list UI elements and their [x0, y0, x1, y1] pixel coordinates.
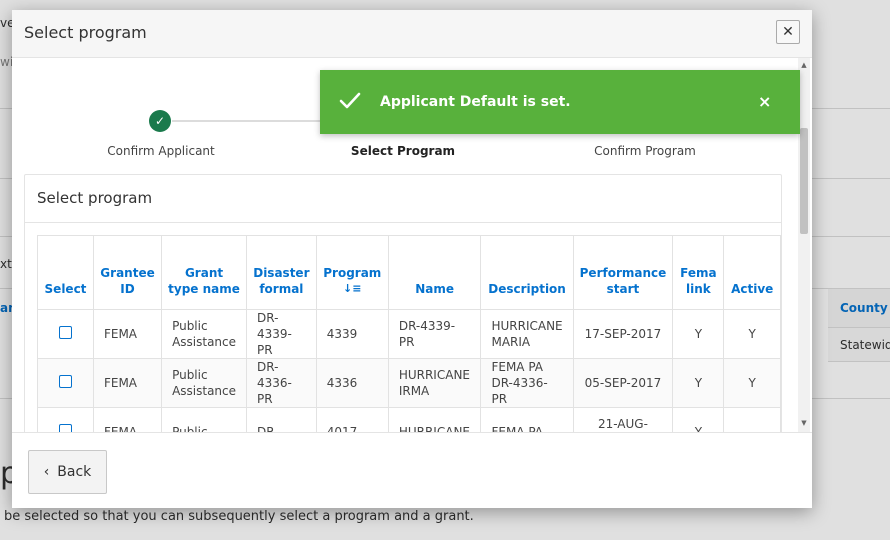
select-checkbox[interactable]: [58, 325, 72, 339]
program-cell: 4336: [315, 358, 389, 408]
active-cell: Y: [723, 358, 781, 408]
col-header-program[interactable]: Program ↓≡: [315, 235, 389, 310]
col-header-active[interactable]: Active: [723, 235, 781, 310]
grant-type-cell: Public Assistance: [161, 309, 248, 359]
disaster-cell: DR-: [246, 407, 317, 432]
performance-start-cell: 21-AUG-2011: [572, 407, 674, 432]
scrollbar-thumb[interactable]: [800, 128, 808, 234]
description-cell: HURRICANE MARIA: [480, 309, 574, 359]
select-program-region: Select program Select Grantee ID Grant t…: [24, 174, 782, 432]
programs-table-container[interactable]: Select Grantee ID Grant type name Disast…: [37, 235, 781, 432]
col-header-grant-type-name[interactable]: Grant type name: [161, 235, 248, 310]
toast-close-icon[interactable]: ×: [758, 92, 771, 111]
name-cell: DR-4339-PR: [387, 309, 482, 359]
active-cell: [723, 407, 781, 432]
region-title: Select program: [25, 175, 781, 223]
grantee-id-cell: FEMA: [92, 358, 163, 408]
disaster-cell: DR-4339-PR: [246, 309, 317, 359]
wizard-step-done-marker: ✓: [149, 110, 171, 132]
select-cell: [37, 407, 94, 432]
dialog-header: Select program ✕: [12, 10, 812, 58]
wizard-step-label-select-program: Select Program: [350, 144, 456, 158]
program-cell: 4339: [315, 309, 389, 359]
dialog-title: Select program: [24, 23, 147, 42]
col-header-performance-start[interactable]: Performance start: [572, 235, 674, 310]
back-button[interactable]: ‹ Back: [28, 450, 107, 494]
disaster-cell: DR-4336-PR: [246, 358, 317, 408]
table-row[interactable]: FEMA Public Assistance DR-4336-PR 4336 H…: [37, 358, 781, 408]
fema-link-cell: Y: [672, 309, 725, 359]
performance-start-cell: 17-SEP-2017: [572, 309, 674, 359]
wizard-step-label-confirm-applicant: Confirm Applicant: [107, 144, 215, 158]
select-checkbox[interactable]: [58, 423, 72, 432]
performance-start-cell: 05-SEP-2017: [572, 358, 674, 408]
program-cell: 4017: [315, 407, 389, 432]
grant-type-cell: Public: [161, 407, 248, 432]
grantee-id-cell: FEMA: [92, 407, 163, 432]
sort-descending-icon: ↓≡: [343, 282, 362, 295]
select-checkbox[interactable]: [58, 374, 72, 388]
select-cell: [37, 309, 94, 359]
grant-type-cell: Public Assistance: [161, 358, 248, 408]
close-icon: ✕: [782, 24, 794, 40]
toast-message: Applicant Default is set.: [380, 94, 571, 110]
grantee-id-cell: FEMA: [92, 309, 163, 359]
table-row[interactable]: FEMA Public DR- 4017 HURRICANE FEMA PA 2…: [37, 407, 781, 432]
check-icon: ✓: [154, 114, 166, 128]
scroll-down-arrow-icon[interactable]: ▼: [800, 418, 808, 428]
col-header-fema-link[interactable]: Fema link: [672, 235, 725, 310]
success-toast: Applicant Default is set. ×: [320, 70, 800, 134]
col-header-select: Select: [37, 235, 94, 310]
col-header-disaster-formal[interactable]: Disaster formal: [246, 235, 317, 310]
close-button[interactable]: ✕: [776, 20, 800, 44]
active-cell: Y: [723, 309, 781, 359]
wizard-step-label-confirm-program: Confirm Program: [594, 144, 696, 158]
back-button-label: Back: [57, 464, 92, 480]
description-cell: FEMA PA: [480, 407, 574, 432]
col-header-description[interactable]: Description: [480, 235, 574, 310]
fema-link-cell: Y: [672, 407, 725, 432]
description-cell: FEMA PA DR-4336-PR: [480, 358, 574, 408]
col-header-grantee-id[interactable]: Grantee ID: [92, 235, 163, 310]
fema-link-cell: Y: [672, 358, 725, 408]
col-header-name[interactable]: Name: [387, 235, 482, 310]
name-cell: HURRICANE IRMA: [387, 358, 482, 408]
col-header-program-label: Program: [323, 266, 382, 280]
select-cell: [37, 358, 94, 408]
table-row[interactable]: FEMA Public Assistance DR-4339-PR 4339 D…: [37, 309, 781, 359]
programs-table: Select Grantee ID Grant type name Disast…: [37, 235, 781, 432]
scroll-up-arrow-icon[interactable]: ▲: [800, 60, 808, 70]
name-cell: HURRICANE: [387, 407, 482, 432]
check-icon: [339, 92, 361, 109]
dialog-footer: ‹ Back: [12, 432, 812, 508]
chevron-left-icon: ‹: [43, 464, 50, 480]
